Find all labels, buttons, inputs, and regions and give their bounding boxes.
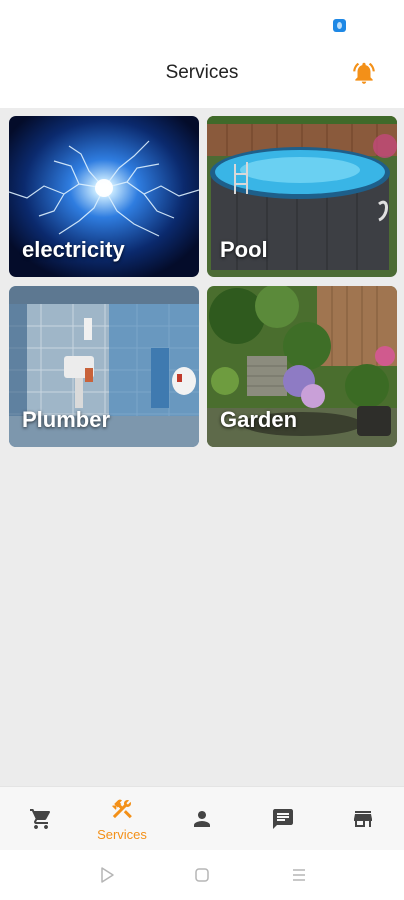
nav-item-messages[interactable] [243,787,323,851]
page-title: Services [165,62,239,83]
nav-item-store[interactable] [323,787,403,851]
status-bar [0,0,404,48]
system-navigation-bar [0,850,404,900]
services-grid: electricity Pool Plumber Garden [0,108,404,786]
nav-item-profile[interactable] [162,787,242,851]
service-card-plumber[interactable]: Plumber [9,286,199,447]
service-card-label: Plumber [22,407,111,432]
nav-item-cart[interactable] [1,787,81,851]
service-card-pool[interactable]: Pool [207,116,397,277]
store-icon [354,811,372,827]
notification-app-icon [333,19,346,32]
tools-icon [112,799,132,819]
nav-label-services: Services [97,827,147,842]
chat-icon [273,809,293,829]
service-card-label: Garden [220,407,298,432]
person-icon [194,811,210,827]
bottom-navigation: Services [0,786,404,851]
nav-item-services[interactable]: Services [82,787,162,851]
menu-icon[interactable] [289,865,309,885]
bell-icon[interactable] [351,60,377,86]
back-icon[interactable] [97,865,117,885]
service-card-label: Pool [220,237,268,262]
cart-icon [30,809,51,829]
home-icon[interactable] [192,865,212,885]
service-card-label: electricity [22,237,125,262]
app-header: Services [0,48,404,108]
service-card-electricity[interactable]: electricity [9,116,199,277]
service-card-garden[interactable]: Garden [207,286,397,447]
